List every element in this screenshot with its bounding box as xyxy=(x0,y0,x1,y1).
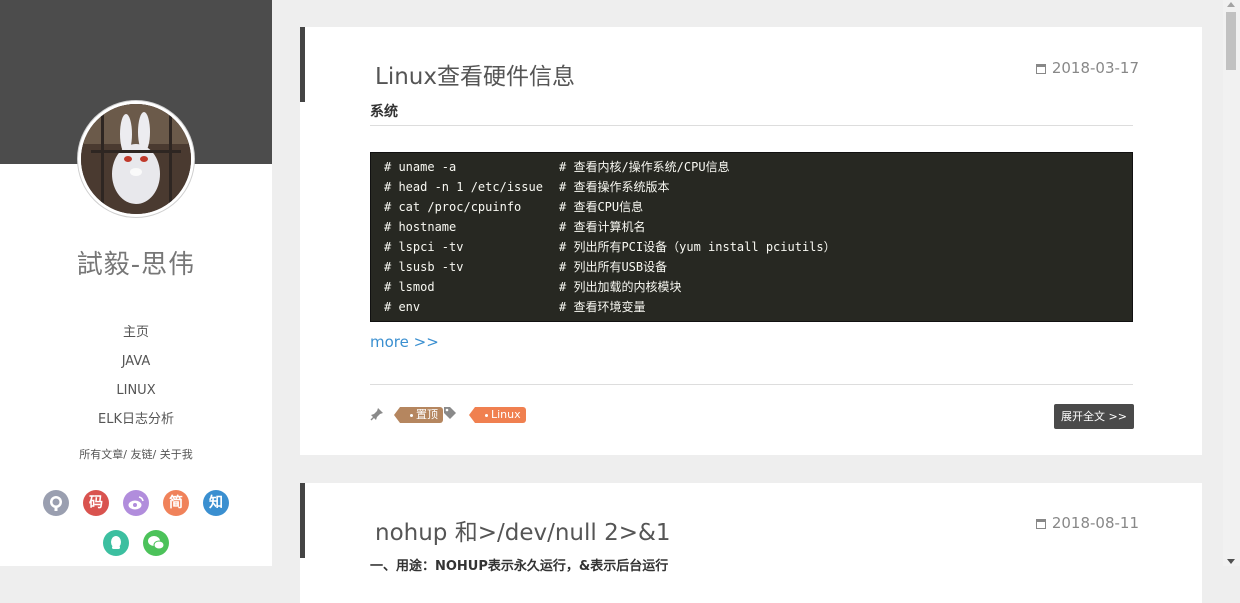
post-date: 2018-08-11 xyxy=(1035,514,1139,532)
code-line: # uname -a # 查看内核/操作系统/CPU信息 xyxy=(384,157,1132,177)
nav-item-home[interactable]: 主页 xyxy=(0,322,272,351)
code-block: # uname -a # 查看内核/操作系统/CPU信息 # head -n 1 … xyxy=(370,152,1133,322)
jianshu-icon[interactable]: 简 xyxy=(163,490,189,516)
code-comment: # 查看环境变量 xyxy=(559,300,646,314)
sub-links: 所有文章/ 友链/ 关于我 xyxy=(0,446,272,462)
section-heading: 系统 xyxy=(370,101,1133,126)
code-command: # hostname xyxy=(384,220,457,234)
code-command: # head -n 1 /etc/issue xyxy=(384,180,543,194)
code-command: # lsmod xyxy=(384,280,435,294)
qq-icon[interactable] xyxy=(103,530,129,556)
tag-top[interactable]: 置顶 xyxy=(394,407,443,423)
scroll-up-arrow-icon[interactable] xyxy=(1227,2,1235,7)
calendar-icon xyxy=(1035,519,1046,529)
code-comment: # 查看CPU信息 xyxy=(559,200,644,214)
post-date-text: 2018-03-17 xyxy=(1051,59,1139,77)
code-comment: # 列出所有PCI设备（yum install pciutils） xyxy=(559,240,836,254)
code-command: # env xyxy=(384,300,421,314)
code-line: # lsusb -tv # 列出所有USB设备 xyxy=(384,257,1132,277)
divider xyxy=(370,384,1133,385)
sidebar: 試毅-思伟 主页 JAVA LINUX ELK日志分析 所有文章/ 友链/ 关于… xyxy=(0,0,272,566)
code-line: # lsmod # 列出加载的内核模块 xyxy=(384,277,1132,297)
gitee-icon[interactable]: 码 xyxy=(83,490,109,516)
nav-item-java[interactable]: JAVA xyxy=(0,351,272,380)
post-accent-bar xyxy=(300,483,305,558)
github-icon[interactable] xyxy=(43,490,69,516)
post-card: nohup 和>/dev/null 2>&1 2018-08-11 一、用途：N… xyxy=(300,483,1202,603)
code-comment: # 查看计算机名 xyxy=(559,220,646,234)
tag-label: Linux xyxy=(491,408,521,421)
code-comment: # 列出加载的内核模块 xyxy=(559,280,682,294)
link-all-posts[interactable]: 所有文章 xyxy=(79,448,123,461)
calendar-icon xyxy=(1035,64,1046,74)
code-comment: # 列出所有USB设备 xyxy=(559,260,668,274)
link-separator: / xyxy=(152,448,160,461)
link-about[interactable]: 关于我 xyxy=(160,448,193,461)
code-command: # cat /proc/cpuinfo xyxy=(384,200,522,214)
tag-icon xyxy=(443,406,457,424)
code-line: # lspci -tv # 列出所有PCI设备（yum install pciut… xyxy=(384,237,1132,257)
scroll-down-arrow-icon[interactable] xyxy=(1227,559,1235,564)
avatar-image xyxy=(81,104,191,214)
nav-item-linux[interactable]: LINUX xyxy=(0,380,272,409)
code-comment: # 查看操作系统版本 xyxy=(559,180,670,194)
code-command: # lsusb -tv xyxy=(384,260,464,274)
post-date: 2018-03-17 xyxy=(1035,59,1139,77)
code-line: # hostname # 查看计算机名 xyxy=(384,217,1132,237)
post-title[interactable]: Linux查看硬件信息 xyxy=(375,57,575,91)
link-friends[interactable]: 友链 xyxy=(131,448,153,461)
post-excerpt: 一、用途：NOHUP表示永久运行，&表示后台运行 xyxy=(370,559,669,574)
weibo-icon[interactable] xyxy=(123,490,149,516)
post-date-text: 2018-08-11 xyxy=(1051,514,1139,532)
code-comment: # 查看内核/操作系统/CPU信息 xyxy=(559,160,730,174)
code-line: # cat /proc/cpuinfo # 查看CPU信息 xyxy=(384,197,1132,217)
site-title[interactable]: 試毅-思伟 xyxy=(0,244,272,281)
code-line: # head -n 1 /etc/issue # 查看操作系统版本 xyxy=(384,177,1132,197)
code-line: # env # 查看环境变量 xyxy=(384,297,1132,317)
scrollbar-thumb[interactable] xyxy=(1226,12,1236,70)
pin-icon xyxy=(370,407,384,425)
wechat-icon[interactable] xyxy=(143,530,169,556)
code-command: # lspci -tv xyxy=(384,240,464,254)
code-command: # uname -a xyxy=(384,160,457,174)
more-link[interactable]: more >> xyxy=(370,333,439,351)
zhihu-icon[interactable]: 知 xyxy=(203,490,229,516)
avatar[interactable] xyxy=(78,101,194,217)
scrollbar[interactable] xyxy=(1223,0,1240,566)
sidebar-nav: 主页 JAVA LINUX ELK日志分析 xyxy=(0,322,272,438)
post-accent-bar xyxy=(300,27,305,102)
tag-dot xyxy=(485,413,488,417)
tag-dot xyxy=(410,413,413,417)
read-more-button[interactable]: 展开全文 >> xyxy=(1054,404,1134,429)
link-separator: / xyxy=(123,448,131,461)
tag-linux[interactable]: Linux xyxy=(469,407,526,423)
post-title[interactable]: nohup 和>/dev/null 2>&1 xyxy=(375,513,671,547)
nav-item-elk[interactable]: ELK日志分析 xyxy=(0,409,272,438)
tag-label: 置顶 xyxy=(416,408,438,421)
post-card: Linux查看硬件信息 2018-03-17 系统 # uname -a # 查看… xyxy=(300,27,1202,455)
